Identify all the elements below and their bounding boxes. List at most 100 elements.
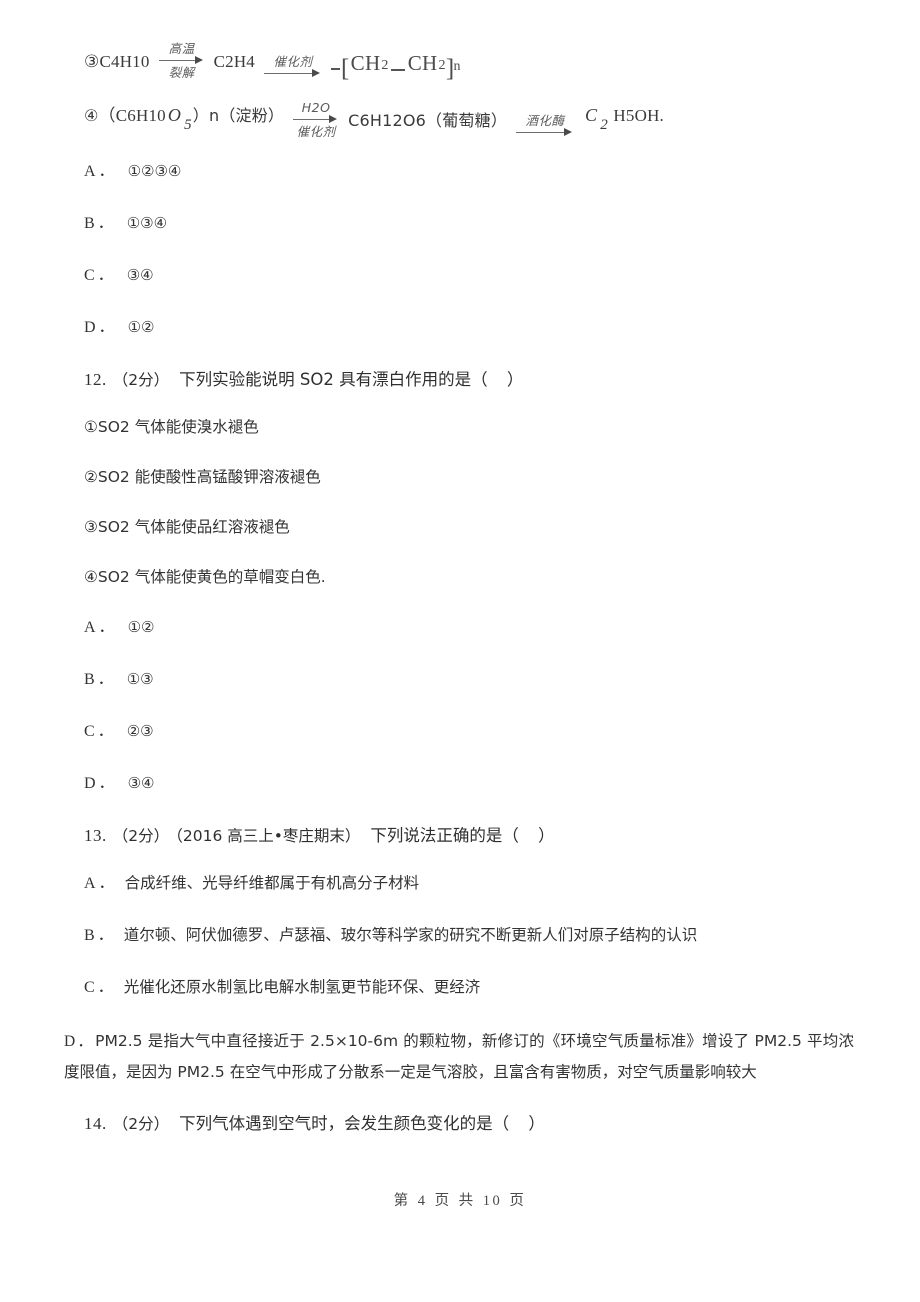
footer-total-pages: 10	[482, 1193, 503, 1209]
monomer-unit-1-sub: 2	[381, 58, 389, 73]
equation-3-reactant: C4H10	[99, 52, 150, 71]
arrow-glyph-icon	[264, 69, 322, 79]
question-stem-close: ）	[528, 1114, 545, 1133]
monomer-unit-1: CH	[350, 51, 381, 75]
option-label: A．	[84, 875, 118, 892]
q13-option-d[interactable]: D．PM2.5 是指大气中直径接近于 2.5×10‑6m 的颗粒物，新修订的《环…	[64, 1026, 854, 1088]
option-label: C．	[84, 723, 117, 740]
monomer-unit-2: CH	[407, 51, 438, 75]
arrow-above-label: 酒化酶	[525, 113, 565, 128]
option-text: 光催化还原水制氢比电解水制氢更节能环保、更经济	[123, 978, 481, 996]
arrow-glyph-icon	[516, 128, 574, 138]
repeat-subscript-n: n	[453, 59, 461, 74]
q12-heading: 12. （2分） 下列实验能说明 SO2 具有漂白作用的是（ ）	[84, 366, 874, 394]
equation-4-oxygen-sub: 5	[184, 117, 192, 133]
option-label: D．	[84, 775, 118, 792]
option-label: D．	[84, 319, 118, 336]
question-number: 13.	[84, 826, 107, 845]
footer-current-page: 4	[417, 1193, 428, 1209]
option-label: C．	[84, 267, 117, 284]
exam-page: ③C4H10 高温 裂解 C2H4 催化剂 [ CH 2 CH 2 ] n ④（C	[0, 0, 920, 1302]
option-choices: ①③	[126, 670, 154, 688]
option-label: A．	[84, 619, 118, 636]
equation-item-3: ③C4H10 高温 裂解 C2H4 催化剂 [ CH 2 CH 2 ] n	[84, 40, 874, 82]
option-choices: ②③	[126, 722, 154, 740]
bond-line-icon	[331, 68, 340, 70]
q11-option-a[interactable]: A． ①②③④	[84, 158, 874, 185]
option-choices: ①②	[127, 618, 155, 636]
monomer-unit-2-sub: 2	[438, 58, 446, 73]
q11-option-b[interactable]: B． ①③④	[84, 210, 874, 237]
option-choices: ①③④	[126, 214, 168, 232]
equation-4-product-var: C	[585, 104, 598, 125]
arrow-above-label: H2O	[301, 100, 331, 115]
equation-3-marker: ③	[84, 52, 100, 71]
option-label: B．	[84, 927, 117, 944]
question-score: （2分）	[112, 827, 170, 845]
q11-option-c[interactable]: C． ③④	[84, 262, 874, 289]
equation-3-polymer-product: [ CH 2 CH 2 ] n	[331, 48, 462, 82]
equation-item-4: ④（C6H10 O5）n（淀粉） H2O 催化剂 C6H12O6（葡萄糖） 酒化酶…	[84, 99, 874, 138]
arrow-below-label: 催化剂	[296, 124, 336, 139]
question-stem-close: ）	[538, 826, 555, 845]
bond-line-icon	[390, 69, 405, 71]
option-text: PM2.5 是指大气中直径接近于 2.5×10‑6m 的颗粒物，新修订的《环境空…	[64, 1032, 855, 1081]
equation-4-product-sub: 2	[600, 117, 608, 133]
reaction-arrow-3: H2O 催化剂	[293, 101, 339, 138]
q13-option-b[interactable]: B． 道尔顿、阿伏伽德罗、卢瑟福、玻尔等科学家的研究不断更新人们对原子结构的认识	[84, 922, 874, 949]
q12-statement-4: ④SO2 气体能使黄色的草帽变白色.	[84, 568, 326, 586]
q12-statement-3: ③SO2 气体能使品红溶液褪色	[84, 518, 290, 536]
question-score: （2分）	[112, 1115, 170, 1133]
question-source: （2016 高三上•枣庄期末）	[175, 827, 361, 845]
question-stem-close: ）	[506, 370, 524, 389]
option-choices: ③④	[126, 266, 154, 284]
option-text: 合成纤维、光导纤维都属于有机高分子材料	[124, 874, 420, 892]
option-choices: ③④	[127, 774, 155, 792]
question-stem: 下列说法正确的是（	[370, 826, 519, 845]
q12-option-b[interactable]: B． ①③	[84, 666, 874, 693]
question-stem: 下列实验能说明 SO2 具有漂白作用的是（	[179, 370, 488, 389]
reaction-arrow-4: 酒化酶	[516, 114, 574, 138]
q12-option-d[interactable]: D． ③④	[84, 770, 874, 797]
option-label: B．	[84, 671, 117, 688]
arrow-above-label: 高温	[168, 41, 195, 56]
page-content: ③C4H10 高温 裂解 C2H4 催化剂 [ CH 2 CH 2 ] n ④（C	[64, 40, 874, 1158]
option-label: B．	[84, 215, 117, 232]
page-footer: 第 4 页 共 10 页	[0, 1189, 920, 1210]
question-number: 14.	[84, 1114, 107, 1133]
equation-4-reactant-open: （C6H10	[98, 105, 166, 125]
equation-4-marker: ④	[84, 105, 99, 125]
arrow-below-label: 裂解	[168, 65, 195, 80]
q11-option-d[interactable]: D． ①②	[84, 314, 874, 341]
option-choices: ①②	[127, 318, 155, 336]
q13-option-a[interactable]: A． 合成纤维、光导纤维都属于有机高分子材料	[84, 870, 874, 897]
equation-4-reactant-close: ）n（淀粉）	[192, 105, 285, 125]
footer-suffix: 页	[509, 1193, 527, 1209]
reaction-arrow-1: 高温 裂解	[158, 41, 205, 80]
equation-3-intermediate: C2H4	[213, 52, 255, 71]
q13-option-c[interactable]: C． 光催化还原水制氢比电解水制氢更节能环保、更经济	[84, 974, 874, 1001]
equation-4-oxygen-var: O	[167, 104, 182, 125]
question-score: （2分）	[112, 371, 170, 389]
equation-4-product-rest: H5OH.	[613, 105, 665, 125]
question-number: 12.	[84, 370, 107, 389]
footer-middle: 页 共	[434, 1193, 476, 1209]
q12-statement-1: ①SO2 气体能使溴水褪色	[84, 418, 259, 436]
arrow-above-label: 催化剂	[273, 54, 313, 69]
bracket-open: [	[341, 55, 350, 82]
arrow-glyph-icon	[158, 56, 205, 66]
question-stem: 下列气体遇到空气时，会发生颜色变化的是（	[179, 1114, 510, 1133]
reaction-arrow-2: 催化剂	[264, 55, 322, 79]
q12-statement-2: ②SO2 能使酸性高锰酸钾溶液褪色	[84, 468, 321, 486]
arrow-glyph-icon	[293, 115, 339, 125]
footer-prefix: 第	[393, 1193, 411, 1209]
equation-4-intermediate: C6H12O6（葡萄糖）	[348, 111, 508, 130]
option-text: 道尔顿、阿伏伽德罗、卢瑟福、玻尔等科学家的研究不断更新人们对原子结构的认识	[123, 926, 698, 944]
q14-heading: 14. （2分） 下列气体遇到空气时，会发生颜色变化的是（ ）	[84, 1110, 874, 1138]
option-label: C．	[84, 979, 117, 996]
option-label: D．	[64, 1033, 96, 1050]
option-choices: ①②③④	[127, 162, 182, 180]
q13-heading: 13. （2分） （2016 高三上•枣庄期末） 下列说法正确的是（ ）	[84, 822, 874, 850]
q12-option-a[interactable]: A． ①②	[84, 614, 874, 641]
q12-option-c[interactable]: C． ②③	[84, 718, 874, 745]
